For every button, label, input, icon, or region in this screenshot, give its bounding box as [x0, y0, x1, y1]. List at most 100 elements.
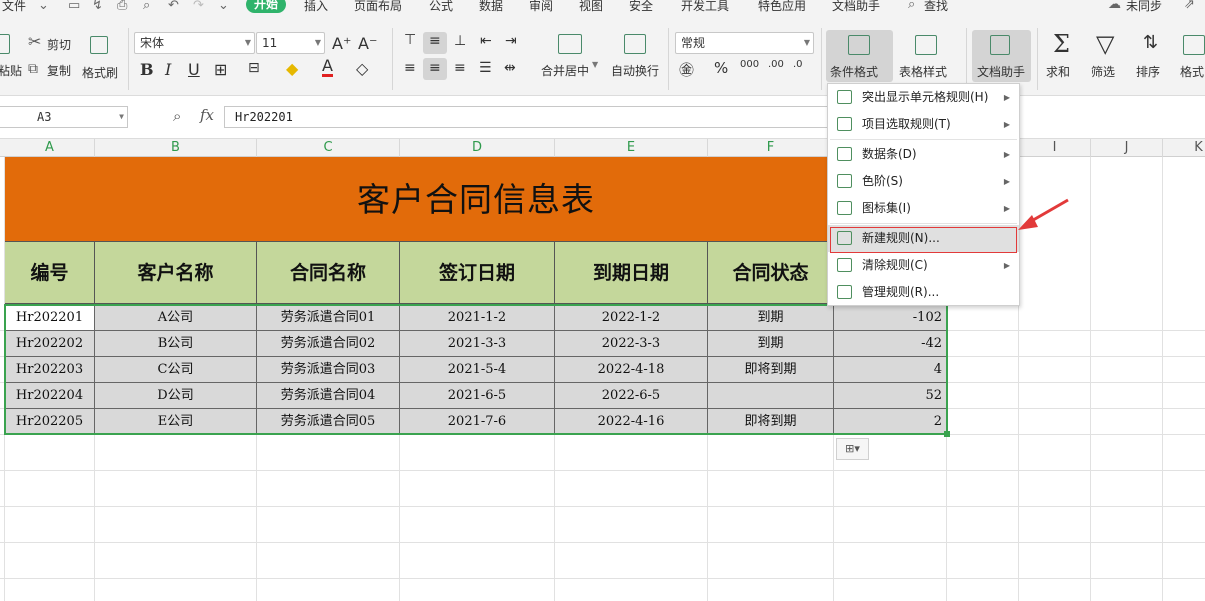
- table-cell[interactable]: 2021-6-5: [400, 383, 555, 409]
- filter-icon[interactable]: ▽: [1096, 30, 1114, 58]
- format-button[interactable]: 格式: [1180, 63, 1204, 80]
- scissors-icon[interactable]: ✂: [28, 34, 41, 50]
- number-format-select[interactable]: 常规 ▼: [675, 32, 814, 54]
- print-preview-icon[interactable]: ⌕: [143, 0, 150, 13]
- format-painter-button[interactable]: 格式刷: [82, 64, 118, 81]
- format-painter-icon[interactable]: [90, 36, 108, 54]
- zoom-search-icon[interactable]: ⌕: [173, 107, 181, 125]
- font-size-select[interactable]: 11 ▼: [256, 32, 325, 54]
- cloud-icon[interactable]: ☁: [1108, 0, 1121, 12]
- menu-file[interactable]: 文件: [2, 0, 26, 14]
- table-cell[interactable]: Hr202204: [5, 383, 95, 409]
- menu-item-top-bottom-rules[interactable]: 项目选取规则(T) ▶: [828, 111, 1019, 138]
- table-cell[interactable]: C公司: [95, 357, 257, 383]
- tab-special[interactable]: 特色应用: [758, 0, 806, 14]
- chevron-down-icon[interactable]: ▼: [592, 60, 598, 69]
- paste-button[interactable]: 粘贴: [0, 62, 22, 79]
- fill-handle[interactable]: [944, 431, 950, 437]
- decrease-font-icon[interactable]: A⁻: [358, 34, 377, 53]
- table-cell[interactable]: D公司: [95, 383, 257, 409]
- conditional-format-button[interactable]: 条件格式: [830, 63, 878, 80]
- table-cell[interactable]: Hr202201: [5, 305, 95, 331]
- column-header-k[interactable]: K: [1163, 139, 1205, 157]
- undo-icon[interactable]: ↶: [168, 0, 179, 13]
- table-style-icon[interactable]: [915, 35, 937, 55]
- tab-formulas[interactable]: 公式: [429, 0, 453, 14]
- table-cell[interactable]: 2021-1-2: [400, 305, 555, 331]
- table-cell[interactable]: Hr202202: [5, 331, 95, 357]
- sync-status[interactable]: 未同步: [1126, 0, 1162, 14]
- tab-review[interactable]: 审阅: [529, 0, 553, 14]
- table-cell[interactable]: 2021-5-4: [400, 357, 555, 383]
- table-cell[interactable]: -102: [834, 305, 947, 331]
- search-icon[interactable]: ⌕: [908, 0, 915, 12]
- column-header-f[interactable]: F: [708, 139, 834, 157]
- menu-item-highlight-rules[interactable]: 突出显示单元格规则(H) ▶: [828, 84, 1019, 111]
- table-cell[interactable]: 2022-6-5: [555, 383, 708, 409]
- table-cell[interactable]: 2: [834, 409, 947, 435]
- align-bottom-icon[interactable]: ⊥: [454, 33, 466, 49]
- underline-icon[interactable]: U: [188, 60, 200, 79]
- justify-icon[interactable]: ☰: [479, 60, 492, 76]
- table-cell[interactable]: 52: [834, 383, 947, 409]
- doc-assistant-button[interactable]: 文档助手: [977, 63, 1025, 80]
- currency-icon[interactable]: ㊎: [679, 59, 694, 80]
- table-cell[interactable]: 劳务派遣合同05: [257, 409, 400, 435]
- print-icon[interactable]: ⎙: [117, 0, 127, 13]
- header-cell-expiry-date[interactable]: 到期日期: [555, 242, 708, 304]
- header-cell-status[interactable]: 合同状态: [708, 242, 834, 304]
- column-header-e[interactable]: E: [555, 139, 708, 157]
- copy-button[interactable]: 复制: [47, 62, 71, 79]
- sheet-title-cell[interactable]: 客户合同信息表: [5, 157, 947, 242]
- font-color-icon[interactable]: A: [322, 58, 333, 77]
- cut-button[interactable]: 剪切: [47, 36, 71, 53]
- share-icon[interactable]: ⇗: [1184, 0, 1195, 12]
- table-cell[interactable]: 2022-3-3: [555, 331, 708, 357]
- column-header-a[interactable]: A: [5, 139, 95, 157]
- export-icon[interactable]: ↯: [92, 0, 103, 13]
- redo-icon[interactable]: ↷: [193, 0, 204, 13]
- table-cell[interactable]: A公司: [95, 305, 257, 331]
- formula-input[interactable]: Hr202201: [224, 106, 844, 128]
- table-cell[interactable]: 到期: [708, 305, 834, 331]
- table-cell[interactable]: 劳务派遣合同03: [257, 357, 400, 383]
- table-cell[interactable]: 即将到期: [708, 357, 834, 383]
- sort-button[interactable]: 排序: [1136, 63, 1160, 80]
- table-cell[interactable]: Hr202205: [5, 409, 95, 435]
- fill-color-icon[interactable]: ◆: [286, 59, 298, 78]
- copy-icon[interactable]: ⧉: [28, 61, 38, 77]
- menu-item-manage-rules[interactable]: 管理规则(R)...: [828, 279, 1019, 306]
- wrap-text-icon[interactable]: [624, 34, 646, 54]
- format-icon[interactable]: [1183, 35, 1205, 55]
- table-cell[interactable]: 4: [834, 357, 947, 383]
- align-top-icon[interactable]: ⊤: [404, 32, 416, 48]
- header-cell-id[interactable]: 编号: [5, 242, 95, 304]
- name-box[interactable]: A3 ▼: [0, 106, 128, 128]
- table-cell[interactable]: E公司: [95, 409, 257, 435]
- align-right-icon[interactable]: ≡: [454, 60, 466, 76]
- quick-analysis-button[interactable]: ⊞▾: [836, 438, 869, 460]
- column-header-c[interactable]: C: [257, 139, 400, 157]
- tab-developer[interactable]: 开发工具: [681, 0, 729, 14]
- table-cell[interactable]: [708, 383, 834, 409]
- header-cell-customer[interactable]: 客户名称: [95, 242, 257, 304]
- table-cell[interactable]: B公司: [95, 331, 257, 357]
- wrap-text-button[interactable]: 自动换行: [611, 62, 659, 79]
- merge-center-icon[interactable]: [558, 34, 582, 54]
- table-cell[interactable]: 2022-1-2: [555, 305, 708, 331]
- menu-item-color-scales[interactable]: 色阶(S) ▶: [828, 168, 1019, 195]
- tab-insert[interactable]: 插入: [304, 0, 328, 14]
- indent-decrease-icon[interactable]: ⇤: [480, 33, 492, 49]
- indent-increase-icon[interactable]: ⇥: [505, 33, 517, 49]
- column-header-i[interactable]: I: [1019, 139, 1091, 157]
- align-middle-icon[interactable]: ≡: [429, 33, 441, 49]
- filter-button[interactable]: 筛选: [1091, 63, 1115, 80]
- decrease-decimal-icon[interactable]: .0: [793, 59, 803, 70]
- table-cell[interactable]: -42: [834, 331, 947, 357]
- tab-security[interactable]: 安全: [629, 0, 653, 14]
- fx-icon[interactable]: fx: [200, 106, 214, 124]
- bold-icon[interactable]: B: [140, 60, 154, 79]
- save-icon[interactable]: ▭: [68, 0, 80, 13]
- increase-decimal-icon[interactable]: .00: [768, 59, 784, 70]
- italic-icon[interactable]: I: [165, 60, 171, 79]
